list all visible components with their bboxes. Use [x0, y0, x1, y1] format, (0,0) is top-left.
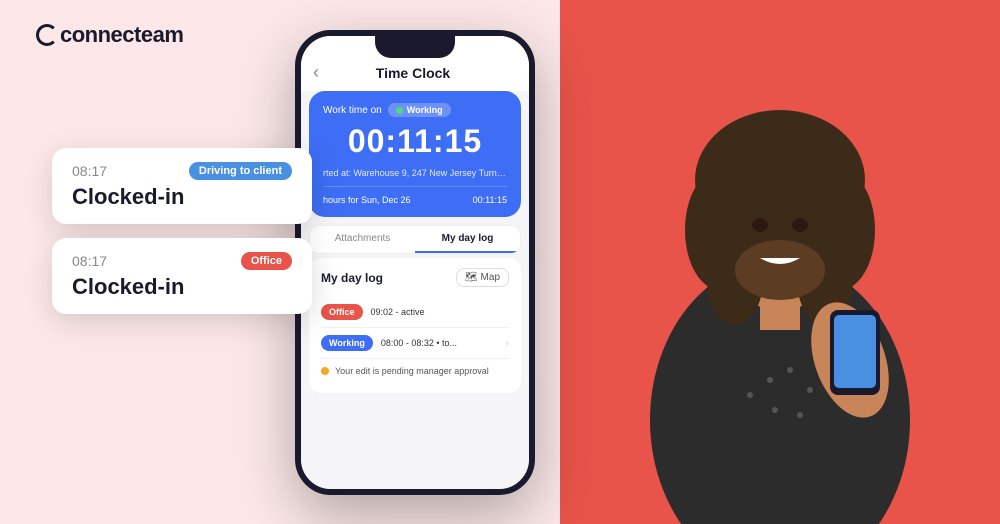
pending-text: Your edit is pending manager approval — [335, 366, 489, 376]
phone-mockup: ‹ Time Clock Work time on Working 00:11:… — [295, 30, 535, 495]
card-1-time: 08:17 — [72, 163, 107, 179]
chevron-right-icon: › — [506, 338, 509, 349]
timer-display: 00:11:15 — [323, 123, 507, 160]
logo-text: connecteam — [60, 22, 183, 48]
timer-total: hours for Sun, Dec 26 00:11:15 — [323, 186, 507, 205]
timer-top: Work time on Working — [323, 103, 507, 117]
tab-my-day-log[interactable]: My day log — [415, 226, 520, 253]
log-entry-1-text: 09:02 - active — [371, 307, 425, 317]
total-label: hours for Sun, Dec 26 — [323, 195, 411, 205]
day-log-section: My day log 🗺 Map Office 09:02 - active W… — [309, 258, 521, 393]
working-label: Working — [407, 105, 443, 115]
working-badge: Working — [388, 103, 451, 117]
pending-approval-row: Your edit is pending manager approval — [321, 359, 509, 383]
logo-icon — [36, 24, 58, 46]
phone-content: ‹ Time Clock Work time on Working 00:11:… — [301, 36, 529, 489]
log-entry-2-badge: Working — [321, 335, 373, 351]
log-entry-1: Office 09:02 - active — [321, 297, 509, 328]
day-log-title: My day log — [321, 271, 383, 285]
timer-card: Work time on Working 00:11:15 rted at: W… — [309, 91, 521, 217]
phone-title: Time Clock — [327, 65, 499, 81]
phone-tabs: Attachments My day log — [309, 225, 521, 254]
back-icon[interactable]: ‹ — [313, 62, 319, 83]
map-button[interactable]: 🗺 Map — [456, 268, 509, 287]
map-icon: 🗺 — [465, 272, 478, 283]
work-time-label: Work time on — [323, 105, 382, 116]
log-entry-2-text: 08:00 - 08:32 • to... — [381, 338, 457, 348]
pending-dot — [321, 367, 329, 375]
log-entry-1-badge: Office — [321, 304, 363, 320]
phone-notch — [375, 36, 455, 58]
log-entry-2[interactable]: Working 08:00 - 08:32 • to... › — [321, 328, 509, 359]
card-2-status: Clocked-in — [72, 274, 292, 300]
card-1-header: 08:17 Driving to client — [72, 162, 292, 180]
tab-attachments[interactable]: Attachments — [310, 226, 415, 253]
card-2-time: 08:17 — [72, 253, 107, 269]
notification-card-1: 08:17 Driving to client Clocked-in — [52, 148, 312, 224]
card-1-badge: Driving to client — [189, 162, 292, 180]
green-status-dot — [396, 107, 403, 114]
map-label: Map — [481, 272, 500, 283]
total-time: 00:11:15 — [473, 195, 507, 205]
card-2-badge: Office — [241, 252, 292, 270]
timer-location: rted at: Warehouse 9, 247 New Jersey Tur… — [323, 168, 507, 178]
day-log-header: My day log 🗺 Map — [321, 268, 509, 287]
logo: connecteam — [36, 22, 183, 48]
card-1-status: Clocked-in — [72, 184, 292, 210]
person-photo — [560, 0, 1000, 524]
notification-card-2: 08:17 Office Clocked-in — [52, 238, 312, 314]
card-2-header: 08:17 Office — [72, 252, 292, 270]
